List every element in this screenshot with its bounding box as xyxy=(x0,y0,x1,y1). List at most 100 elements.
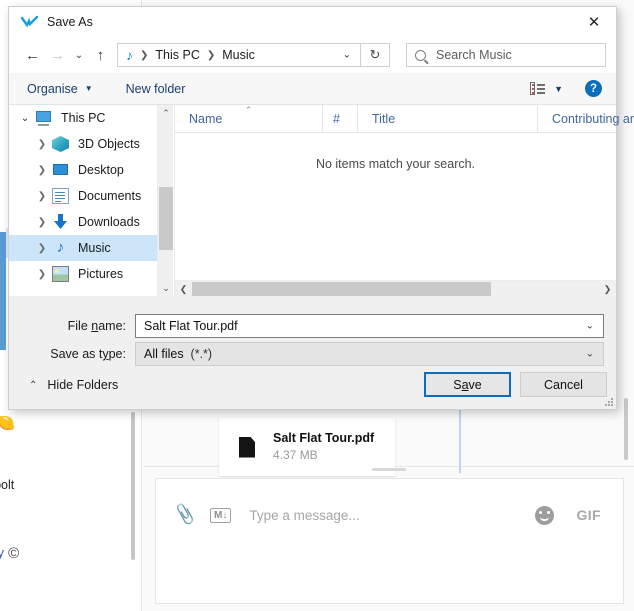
breadcrumb-this-pc[interactable]: This PC xyxy=(155,48,199,62)
organise-label: Organise xyxy=(27,82,78,96)
organise-button[interactable]: Organise ▼ xyxy=(27,82,93,96)
chevron-right-icon[interactable]: ❯ xyxy=(32,165,52,176)
scroll-right-icon[interactable]: ❯ xyxy=(599,281,616,298)
message-list-scrollbar[interactable] xyxy=(624,398,628,460)
chevron-right-icon[interactable]: ❯ xyxy=(32,217,52,228)
sidebar-item-user[interactable]: rey © xyxy=(0,545,19,562)
save-label-post: ve xyxy=(469,378,482,392)
cancel-button[interactable]: Cancel xyxy=(520,372,607,397)
save-label-pre: S xyxy=(453,378,461,392)
breadcrumb-separator-1: ❯ xyxy=(207,50,215,61)
pictures-icon xyxy=(52,266,69,282)
column-header-title[interactable]: Title xyxy=(358,105,538,133)
chevron-right-icon[interactable]: ❯ xyxy=(32,139,52,150)
chevron-down-icon[interactable]: ⌄ xyxy=(15,113,35,124)
forward-button[interactable]: → xyxy=(45,42,70,68)
tree-item-pictures[interactable]: ❯ Pictures xyxy=(9,261,157,287)
save-button[interactable]: Save xyxy=(424,372,511,397)
column-header-label: Name xyxy=(189,112,222,126)
hscrollbar-track[interactable] xyxy=(192,281,599,298)
chevron-down-icon[interactable]: ⌄ xyxy=(343,50,351,61)
thread-indicator-line xyxy=(459,405,461,473)
chevron-down-icon[interactable]: ⌄ xyxy=(586,321,594,332)
message-input[interactable]: Type a message... xyxy=(249,508,535,523)
tree-item-music[interactable]: ❯ ♪ Music xyxy=(9,235,157,261)
file-list-horizontal-scrollbar[interactable]: ❮ ❯ xyxy=(175,280,616,297)
paperclip-icon[interactable]: 📎 xyxy=(170,503,200,528)
tree-item-label: Desktop xyxy=(78,163,124,177)
chevron-right-icon[interactable]: ❯ xyxy=(32,191,52,202)
computer-icon xyxy=(35,110,52,126)
hide-folders-label: Hide Folders xyxy=(47,378,118,392)
refresh-icon[interactable]: ↻ xyxy=(361,43,390,67)
chevron-right-icon[interactable]: ❯ xyxy=(32,243,52,254)
chevron-down-icon[interactable]: ⌄ xyxy=(586,349,594,360)
column-header-name[interactable]: ⌃ Name xyxy=(175,105,323,133)
music-note-icon: ♪ xyxy=(52,240,69,256)
composer-resize-grip[interactable] xyxy=(372,468,406,471)
copyright-icon: © xyxy=(8,545,19,562)
view-icon-col xyxy=(530,82,535,95)
dialog-resize-grip[interactable] xyxy=(604,397,613,406)
sidebar-scrollbar[interactable] xyxy=(131,412,135,560)
tree-item-downloads[interactable]: ❯ Downloads xyxy=(9,209,157,235)
search-input[interactable]: Search Music xyxy=(436,48,512,62)
gif-button[interactable]: GIF xyxy=(576,507,601,523)
tree-scrollbar[interactable]: ⌃ ⌄ xyxy=(157,105,173,297)
list-view-icon[interactable] xyxy=(530,82,545,95)
scroll-left-icon[interactable]: ❮ xyxy=(175,281,192,298)
navigation-bar: ← → ⌄ ↑ ♪ ❯ This PC ❯ Music ⌄ ↻ Search M… xyxy=(9,37,616,73)
hide-folders-button[interactable]: ⌃ Hide Folders xyxy=(29,378,118,392)
column-header-label: Contributing ar xyxy=(552,112,634,126)
chevron-right-icon[interactable]: ❯ xyxy=(32,269,52,280)
sidebar-user-name: rey xyxy=(0,545,4,560)
message-composer[interactable]: 📎 M↓ Type a message... GIF xyxy=(155,478,624,604)
tree-item-this-pc[interactable]: ⌄ This PC xyxy=(9,105,157,131)
tree-item-label: Documents xyxy=(78,189,141,203)
attachment-file-name: Salt Flat Tour.pdf xyxy=(273,431,374,447)
dialog-body: ⌄ This PC ❯ 3D Objects ❯ Desktop ❯ Docum… xyxy=(9,104,616,296)
file-name-label-pre: File xyxy=(68,319,92,333)
app-swoosh-icon xyxy=(21,15,38,29)
save-as-type-select[interactable]: All files (*.*) ⌄ xyxy=(135,342,604,366)
documents-icon xyxy=(52,188,69,204)
save-type-name: All files xyxy=(144,347,184,361)
back-button[interactable]: ← xyxy=(20,42,45,68)
close-icon[interactable]: ✕ xyxy=(572,7,616,37)
sidebar-item-thunderbolt[interactable]: derbolt xyxy=(0,478,14,492)
tree-item-3d-objects[interactable]: ❯ 3D Objects xyxy=(9,131,157,157)
markdown-icon[interactable]: M↓ xyxy=(210,508,231,523)
file-name-input[interactable]: Salt Flat Tour.pdf ⌄ xyxy=(135,314,604,338)
message-attachment-card[interactable]: Salt Flat Tour.pdf 4.37 MB xyxy=(219,418,395,476)
column-header-label: Title xyxy=(372,112,395,126)
sort-ascending-icon: ⌃ xyxy=(245,105,253,116)
breadcrumb-music[interactable]: Music xyxy=(222,48,255,62)
scroll-up-icon[interactable]: ⌃ xyxy=(158,105,174,122)
tree-item-label: Pictures xyxy=(78,267,123,281)
column-header-track-number[interactable]: # xyxy=(323,105,358,133)
file-document-icon xyxy=(239,437,255,458)
recent-locations-button[interactable]: ⌄ xyxy=(70,42,88,68)
address-bar[interactable]: ♪ ❯ This PC ❯ Music ⌄ xyxy=(117,43,361,67)
help-icon[interactable]: ? xyxy=(585,80,602,97)
tree-item-desktop[interactable]: ❯ Desktop xyxy=(9,157,157,183)
tree-item-label: Music xyxy=(78,241,111,255)
search-box[interactable]: Search Music xyxy=(406,43,606,67)
new-folder-button[interactable]: New folder xyxy=(126,82,186,96)
save-as-type-row: Save as type: All files (*.*) ⌄ xyxy=(9,342,616,366)
scroll-down-icon[interactable]: ⌄ xyxy=(158,280,174,297)
tree-item-documents[interactable]: ❯ Documents xyxy=(9,183,157,209)
smiley-icon[interactable] xyxy=(535,506,554,525)
up-button[interactable]: ↑ xyxy=(88,42,113,68)
desktop-icon xyxy=(52,162,69,178)
lemon-emoji-icon: 🍋 xyxy=(0,414,15,431)
tree-item-label: This PC xyxy=(61,111,105,125)
hscrollbar-thumb[interactable] xyxy=(192,282,491,297)
view-icon-line xyxy=(537,92,545,94)
attachment-meta: Salt Flat Tour.pdf 4.37 MB xyxy=(273,431,374,464)
view-chevron-down-icon[interactable]: ▼ xyxy=(554,84,563,94)
file-name-label-post: ame: xyxy=(98,319,126,333)
tree-scrollbar-thumb[interactable] xyxy=(159,187,173,250)
dialog-titlebar[interactable]: Save As ✕ xyxy=(9,7,616,37)
column-header-contributing-artists[interactable]: Contributing ar xyxy=(538,105,634,133)
